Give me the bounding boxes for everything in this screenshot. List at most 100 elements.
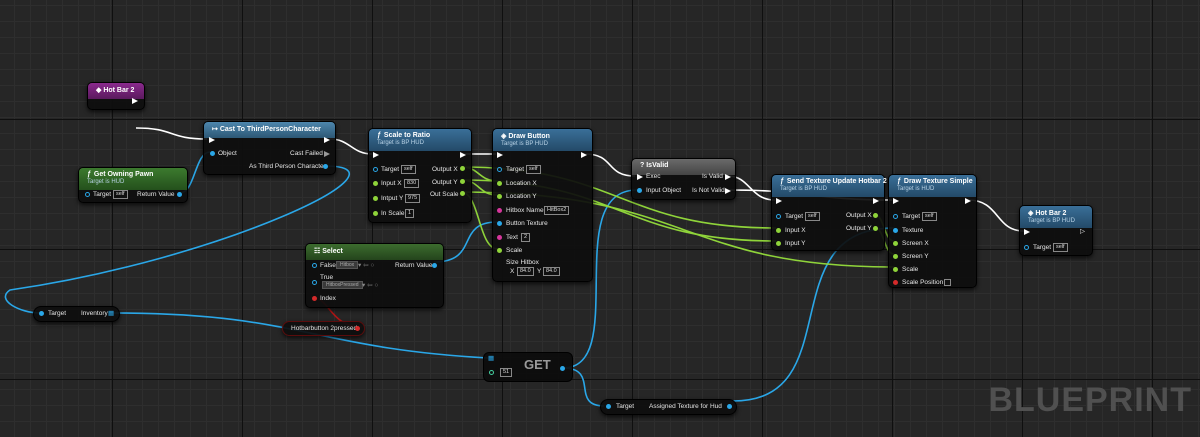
hotbar-pressed-variable-node[interactable]: Hotbarbutton 2pressed bbox=[282, 321, 365, 336]
exec-in-pin[interactable] bbox=[497, 152, 503, 158]
exec-in-pin[interactable] bbox=[373, 152, 379, 158]
draw-texture-simple-node[interactable]: ƒ Draw Texture Simple Target is HUD Targe… bbox=[888, 174, 977, 288]
location-y-pin[interactable] bbox=[497, 194, 502, 199]
exec-out-pin[interactable] bbox=[965, 198, 971, 204]
target-pin[interactable] bbox=[893, 214, 898, 219]
text-field[interactable]: 2 bbox=[521, 233, 531, 242]
scale-position-pin[interactable] bbox=[893, 280, 898, 285]
target-self-field[interactable]: self bbox=[526, 165, 541, 174]
output-y-label: Output Y bbox=[846, 225, 872, 232]
scale-to-ratio-node[interactable]: ƒ Scale to Ratio Target is BP HUD Target … bbox=[368, 128, 472, 223]
button-texture-pin[interactable] bbox=[497, 221, 502, 226]
exec-in-pin[interactable] bbox=[776, 198, 782, 204]
exec-out-pin[interactable] bbox=[132, 98, 138, 104]
input-x-pin[interactable] bbox=[776, 228, 781, 233]
array-get-node[interactable]: ▦ GET 51 bbox=[483, 352, 573, 382]
output-x-pin[interactable] bbox=[873, 213, 878, 218]
assigned-texture-pin[interactable] bbox=[727, 404, 732, 409]
output-y-pin[interactable] bbox=[460, 179, 465, 184]
cast-failed-pin[interactable] bbox=[324, 151, 330, 157]
draw-button-node[interactable]: ◈ Draw Button Target is BP HUD Target se… bbox=[492, 128, 593, 282]
output-y-pin[interactable] bbox=[873, 226, 878, 231]
inventory-getter-node[interactable]: Target Inventory ▦ bbox=[33, 306, 120, 322]
size-y-field[interactable]: 84.0 bbox=[543, 267, 560, 276]
object-pin[interactable] bbox=[210, 151, 215, 156]
input-y-field[interactable]: 975 bbox=[405, 194, 421, 203]
exec-out-pin[interactable] bbox=[581, 152, 587, 158]
true-dropdown[interactable]: HitboxPressed bbox=[322, 281, 363, 289]
target-pin[interactable] bbox=[85, 192, 90, 197]
true-dropdown-arrow-icon[interactable]: ▾ ⇦ ○ bbox=[362, 281, 378, 290]
hot-bar-2-event-node[interactable]: ◆ Hot Bar 2 bbox=[87, 82, 145, 110]
is-valid-node[interactable]: ? IsValid Exec Is Valid Input Object Is … bbox=[631, 158, 736, 200]
target-self-field[interactable]: self bbox=[1053, 243, 1068, 252]
false-dropdown[interactable]: Hitbox bbox=[336, 261, 359, 269]
location-x-pin[interactable] bbox=[497, 181, 502, 186]
send-texture-update-node[interactable]: ƒ Send Texture Update Hotbar 2 Target is … bbox=[771, 174, 887, 251]
in-scale-label: In Scale bbox=[381, 210, 405, 217]
index-pin[interactable] bbox=[489, 370, 494, 375]
target-pin[interactable] bbox=[497, 167, 502, 172]
index-pin[interactable] bbox=[312, 296, 317, 301]
array-in-icon[interactable]: ▦ bbox=[488, 354, 494, 363]
target-pin[interactable] bbox=[1024, 245, 1029, 250]
target-pin[interactable] bbox=[606, 404, 611, 409]
exec-wire-cast-to-scale bbox=[329, 138, 373, 155]
input-x-field[interactable]: 830 bbox=[404, 179, 420, 188]
as-third-person-pin[interactable] bbox=[323, 164, 328, 169]
out-scale-pin[interactable] bbox=[460, 191, 465, 196]
assigned-texture-node[interactable]: Target Assigned Texture for Hud bbox=[600, 399, 737, 415]
scale-pin[interactable] bbox=[497, 248, 502, 253]
false-dropdown-arrow-icon[interactable]: ▾ ⇦ ○ bbox=[358, 261, 374, 270]
index-field[interactable]: 51 bbox=[500, 368, 513, 377]
true-pin[interactable] bbox=[312, 280, 317, 285]
in-scale-field[interactable]: 1 bbox=[405, 209, 415, 218]
scale-position-checkbox[interactable] bbox=[944, 279, 951, 286]
texture-pin[interactable] bbox=[893, 228, 898, 233]
hitbox-name-pin[interactable] bbox=[497, 208, 502, 213]
hotbar-pressed-pin[interactable] bbox=[355, 326, 360, 331]
text-pin[interactable] bbox=[497, 235, 502, 240]
screen-x-pin[interactable] bbox=[893, 241, 898, 246]
in-scale-pin[interactable] bbox=[373, 211, 378, 216]
return-value-pin[interactable] bbox=[177, 192, 182, 197]
cast-icon: ↦ bbox=[212, 126, 220, 133]
false-pin[interactable] bbox=[312, 263, 317, 268]
size-x-field[interactable]: 84.0 bbox=[517, 267, 534, 276]
input-y-pin[interactable] bbox=[776, 241, 781, 246]
target-self-field[interactable]: self bbox=[113, 190, 128, 199]
target-pin[interactable] bbox=[776, 214, 781, 219]
array-grid-icon[interactable]: ▦ bbox=[108, 309, 114, 318]
screen-x-label: Screen X bbox=[902, 240, 929, 247]
input-y-pin[interactable] bbox=[373, 196, 378, 201]
return-value-pin[interactable] bbox=[432, 263, 437, 268]
cast-to-third-person-node[interactable]: ↦ Cast To ThirdPersonCharacter Object Ca… bbox=[203, 121, 336, 175]
output-x-pin[interactable] bbox=[460, 166, 465, 171]
blueprint-graph-canvas[interactable]: ◆ Hot Bar 2 ƒ Get Owning Pawn Target is H… bbox=[0, 0, 1200, 437]
input-object-pin[interactable] bbox=[637, 188, 642, 193]
exec-in-pin[interactable] bbox=[637, 174, 643, 180]
screen-y-pin[interactable] bbox=[893, 254, 898, 259]
exec-out-pin[interactable] bbox=[873, 198, 879, 204]
hot-bar-2-call-node[interactable]: ◈ Hot Bar 2 Target is BP HUD ▷ Target se… bbox=[1019, 205, 1093, 256]
exec-in-pin[interactable] bbox=[209, 137, 215, 143]
hitbox-name-field[interactable]: HitBox2 bbox=[544, 206, 570, 215]
target-self-field[interactable]: self bbox=[805, 212, 820, 221]
exec-in-pin[interactable] bbox=[893, 198, 899, 204]
input-x-pin[interactable] bbox=[373, 181, 378, 186]
exec-out-pin[interactable] bbox=[460, 152, 466, 158]
is-valid-exec-pin[interactable] bbox=[725, 174, 731, 180]
target-self-field[interactable]: self bbox=[401, 165, 416, 174]
target-pin[interactable] bbox=[373, 167, 378, 172]
exec-out-pin[interactable] bbox=[324, 137, 330, 143]
target-self-field[interactable]: self bbox=[922, 212, 937, 221]
get-output-pin[interactable] bbox=[560, 366, 565, 371]
exec-in-pin[interactable] bbox=[1024, 229, 1030, 235]
get-owning-pawn-node[interactable]: ƒ Get Owning Pawn Target is HUD Target se… bbox=[78, 167, 188, 203]
is-not-valid-exec-pin[interactable] bbox=[725, 188, 731, 194]
target-pin[interactable] bbox=[39, 311, 44, 316]
exec-out-outline-icon[interactable]: ▷ bbox=[1080, 227, 1085, 236]
select-node[interactable]: ☷ Select False Hitbox ▾ ⇦ ○ Return Value… bbox=[305, 243, 444, 308]
scale-pin[interactable] bbox=[893, 267, 898, 272]
target-label: Target bbox=[93, 191, 112, 198]
